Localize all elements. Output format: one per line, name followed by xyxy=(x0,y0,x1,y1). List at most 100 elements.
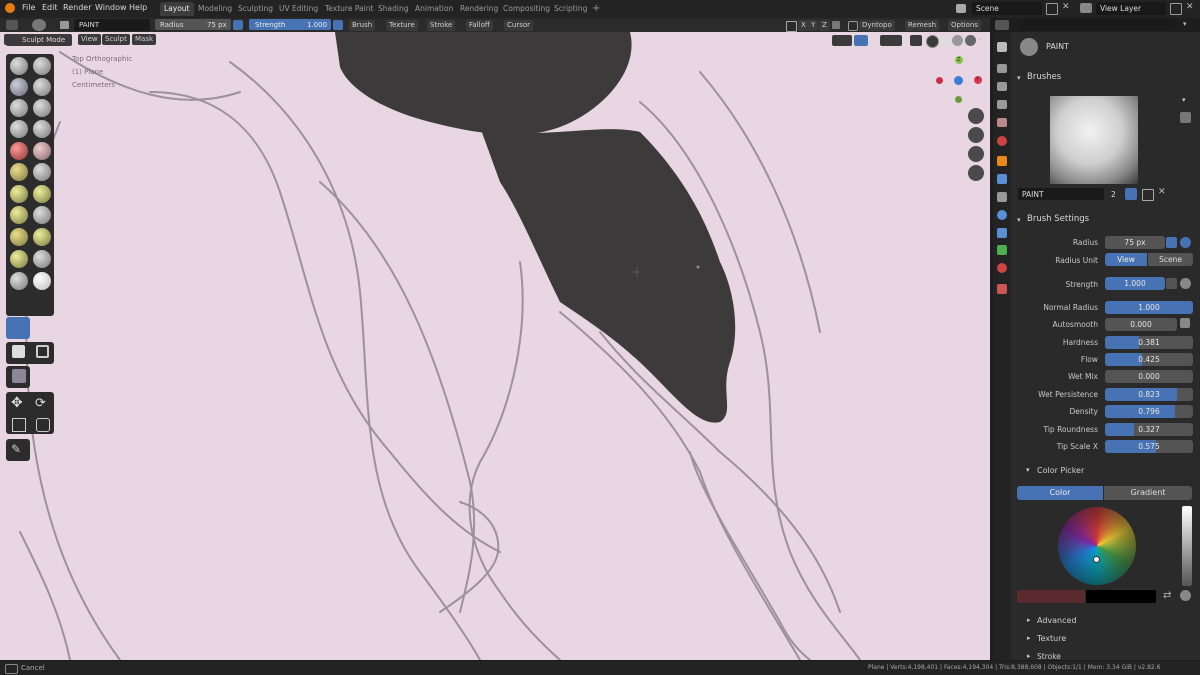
close-scene-icon[interactable]: ✕ xyxy=(1062,2,1070,12)
xray-icon[interactable] xyxy=(910,35,922,46)
tool-tab-icon[interactable] xyxy=(997,42,1007,52)
scrape-brush-icon[interactable] xyxy=(33,163,51,181)
elastic-deform-brush-icon[interactable] xyxy=(10,206,28,224)
mask-menu[interactable]: Mask xyxy=(132,34,157,45)
zoom-icon[interactable] xyxy=(968,108,984,124)
tab-texture-paint[interactable]: Texture Paint xyxy=(321,2,377,16)
simplify-brush-icon[interactable] xyxy=(33,272,51,290)
pan-hand-icon[interactable] xyxy=(968,127,984,143)
menu-render[interactable]: Render xyxy=(63,3,91,12)
advanced-expand-icon[interactable]: ▸ xyxy=(1027,616,1031,624)
nudge-brush-icon[interactable] xyxy=(10,250,28,268)
tip-scale-x-field[interactable]: 0.575 xyxy=(1105,440,1193,453)
brush-settings-title[interactable]: Brush Settings xyxy=(1027,214,1089,224)
view-layer-tab-icon[interactable] xyxy=(997,100,1007,109)
rendered-shading-icon[interactable] xyxy=(965,35,976,46)
blender-logo-icon[interactable] xyxy=(5,3,15,13)
gizmo-center[interactable] xyxy=(954,76,963,85)
tab-uv-editing[interactable]: UV Editing xyxy=(275,2,322,16)
color-wheel[interactable] xyxy=(1058,507,1136,585)
add-workspace-button[interactable]: + xyxy=(588,2,604,16)
ortho-grid-icon[interactable] xyxy=(968,165,984,181)
brush-users-count[interactable]: 2 xyxy=(1111,190,1116,199)
brush-preview-icon[interactable] xyxy=(32,19,46,31)
sculpt-menu[interactable]: Sculpt xyxy=(102,34,130,45)
autosmooth-field[interactable]: 0.000 xyxy=(1105,318,1177,331)
normal-radius-field[interactable]: 1.000 xyxy=(1105,301,1193,314)
rotate-brush-icon[interactable] xyxy=(33,250,51,268)
brushes-collapse-icon[interactable]: ▾ xyxy=(1017,74,1021,82)
physics-tab-icon[interactable] xyxy=(997,210,1007,220)
flow-field[interactable]: 0.425 xyxy=(1105,353,1193,366)
options-menu[interactable]: Options xyxy=(948,20,982,31)
particles-tab-icon[interactable] xyxy=(997,192,1007,202)
object-tab-icon[interactable] xyxy=(997,156,1007,166)
gradient-tab[interactable]: Gradient xyxy=(1104,486,1192,500)
hardness-field[interactable]: 0.381 xyxy=(1105,336,1193,349)
modifier-tab-icon[interactable] xyxy=(997,174,1007,184)
fake-user-shield-icon[interactable] xyxy=(1125,188,1137,200)
stroke-expand-icon[interactable]: ▸ xyxy=(1027,652,1031,660)
properties-options-icon[interactable]: ▾ xyxy=(1183,20,1187,28)
mesh-filter-icon[interactable] xyxy=(12,369,26,383)
thumb-brush-icon[interactable] xyxy=(10,228,28,246)
overlay-icon[interactable] xyxy=(880,35,902,46)
tab-modeling[interactable]: Modeling xyxy=(194,2,236,16)
3d-viewport[interactable]: Top Orthographic (1) Plane Centimeters S… xyxy=(0,32,990,660)
pinch-brush-icon[interactable] xyxy=(10,185,28,203)
tab-sculpting[interactable]: Sculpting xyxy=(234,2,277,16)
layer-brush-icon[interactable] xyxy=(10,99,28,117)
radius-prop-pressure-icon[interactable] xyxy=(1166,237,1177,248)
move-icon[interactable]: ✥ xyxy=(11,395,23,411)
duplicate-brush-icon[interactable] xyxy=(1142,189,1154,201)
brushes-section-title[interactable]: Brushes xyxy=(1027,72,1061,82)
radius-prop-globe-icon[interactable] xyxy=(1180,237,1191,248)
color-wheel-cursor[interactable] xyxy=(1093,556,1100,563)
brush-thumbnail-image-icon[interactable] xyxy=(1180,112,1191,123)
constraints-tab-icon[interactable] xyxy=(997,228,1007,238)
snake-hook-brush-icon[interactable] xyxy=(33,206,51,224)
strength-pressure-icon[interactable] xyxy=(333,20,343,30)
view-menu[interactable]: View xyxy=(78,34,101,45)
strength-prop-field[interactable]: 1.000 xyxy=(1105,277,1165,290)
crease-brush-icon[interactable] xyxy=(33,120,51,138)
tab-animation[interactable]: Animation xyxy=(411,2,457,16)
remesh-menu[interactable]: Remesh xyxy=(905,20,940,31)
lasso-mask-icon[interactable] xyxy=(36,345,49,358)
texture-section-title[interactable]: Texture xyxy=(1037,634,1066,643)
scene-tab-icon[interactable] xyxy=(997,118,1007,127)
swap-colors-icon[interactable]: ⇄ xyxy=(1163,590,1171,601)
copy-scene-icon[interactable] xyxy=(1046,3,1058,15)
primary-color-swatch[interactable] xyxy=(1017,590,1085,603)
secondary-color-swatch[interactable] xyxy=(1086,590,1156,603)
cursor-menu[interactable]: Cursor xyxy=(504,20,534,31)
advanced-section-title[interactable]: Advanced xyxy=(1037,616,1077,625)
falloff-menu[interactable]: Falloff xyxy=(466,20,493,31)
render-tab-icon[interactable] xyxy=(997,64,1007,73)
properties-search-field[interactable] xyxy=(1020,19,1178,30)
grab-brush-icon[interactable] xyxy=(33,185,51,203)
radius-unit-view-button[interactable]: View xyxy=(1105,253,1147,266)
material-tab-icon[interactable] xyxy=(997,263,1007,273)
tab-rendering[interactable]: Rendering xyxy=(456,2,502,16)
material-shading-icon[interactable] xyxy=(952,35,963,46)
radius-unit-scene-button[interactable]: Scene xyxy=(1148,253,1193,266)
texture-tab-icon[interactable] xyxy=(997,284,1007,294)
stroke-menu[interactable]: Stroke xyxy=(427,20,456,31)
clay-brush-icon[interactable] xyxy=(10,78,28,96)
color-picker-title[interactable]: Color Picker xyxy=(1037,466,1084,475)
sculpt-tool-icon[interactable] xyxy=(6,20,18,30)
radius-prop-field[interactable]: 75 px xyxy=(1105,236,1165,249)
blob-brush-icon[interactable] xyxy=(10,120,28,138)
tip-roundness-field[interactable]: 0.327 xyxy=(1105,423,1193,436)
density-field[interactable]: 0.796 xyxy=(1105,405,1193,418)
strength-prop-globe-icon[interactable] xyxy=(1180,278,1191,289)
solid-shading-icon[interactable] xyxy=(939,35,950,46)
texture-menu[interactable]: Texture xyxy=(386,20,418,31)
menu-window[interactable]: Window xyxy=(95,3,127,12)
menu-file[interactable]: File xyxy=(22,3,35,12)
data-tab-icon[interactable] xyxy=(997,245,1007,255)
unlink-brush-icon[interactable]: ✕ xyxy=(1158,187,1166,197)
transform-icon[interactable] xyxy=(36,418,50,432)
copy-view-layer-icon[interactable] xyxy=(1170,3,1182,15)
